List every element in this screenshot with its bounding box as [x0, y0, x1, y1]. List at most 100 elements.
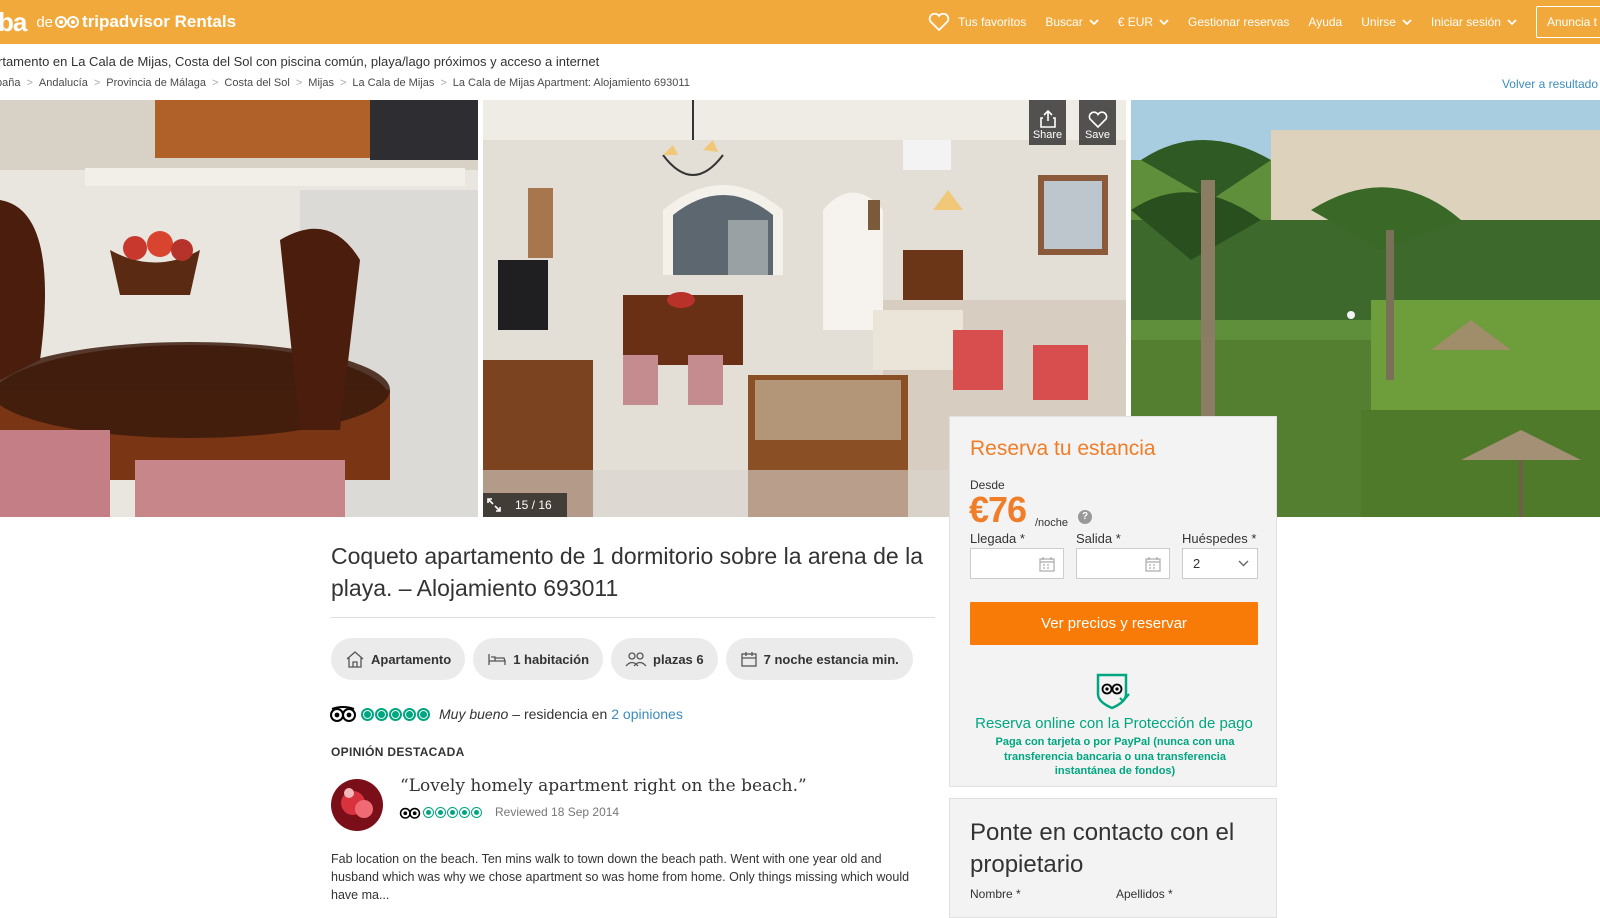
gallery-photo-dining[interactable] — [0, 100, 478, 517]
guests-select[interactable]: 2 — [1182, 548, 1258, 579]
required-mark: * — [1016, 887, 1021, 901]
featured-review-heading: OPINIÓN DESTACADA — [331, 745, 465, 759]
tripadvisor-owl-icon — [399, 807, 421, 819]
first-name-label: Nombre * — [970, 887, 1021, 901]
property-features: Apartamento 1 habitación plazas 6 7 noch… — [331, 638, 921, 680]
checkin-label: Llegada * — [970, 531, 1025, 546]
review-date: Reviewed 18 Sep 2014 — [495, 805, 620, 819]
breadcrumb-separator: > — [211, 77, 219, 89]
contact-owner-title: Ponte en contacto con el propietario — [970, 819, 1235, 878]
brand-de: de — [36, 13, 54, 31]
nav-search-label: Buscar — [1045, 15, 1083, 29]
feature-min-stay-label: 7 noche estancia min. — [763, 651, 899, 667]
nav-help-label: Ayuda — [1308, 15, 1343, 29]
required-mark: * — [1251, 531, 1257, 546]
breadcrumb-item[interactable]: paña — [0, 77, 20, 89]
breadcrumb-separator: > — [295, 77, 303, 89]
listing-title: Coqueto apartamento de 1 dormitorio sobr… — [331, 543, 923, 601]
booking-panel: Reserva tu estancia Desde €76 /noche ? L… — [949, 416, 1277, 787]
review-title[interactable]: “Lovely homely apartment right on the be… — [400, 776, 807, 796]
breadcrumb-separator: > — [440, 77, 447, 89]
heart-icon — [1088, 111, 1107, 129]
rating-bubble — [403, 707, 416, 721]
feature-bedrooms: 1 habitación — [473, 638, 604, 680]
brand-name: tripadvisor Rentals — [82, 12, 237, 31]
chevron-down-icon — [1238, 560, 1249, 567]
feature-sleeps: plazas 6 — [611, 638, 718, 680]
house-icon — [346, 651, 364, 668]
feature-property-type-label: Apartamento — [371, 651, 452, 667]
guests-label-text: Huéspedes — [1182, 531, 1248, 546]
nav-help[interactable]: Ayuda — [1308, 15, 1342, 29]
reviewer-avatar[interactable] — [331, 779, 383, 831]
back-to-results-link[interactable]: Volver a resultado — [1502, 77, 1598, 91]
listing-subtitle: rtamento en La Cala de Mijas, Costa del … — [0, 54, 600, 69]
breadcrumb-item[interactable]: Andalucía — [39, 77, 88, 89]
last-name-label-text: Apellidos — [1116, 887, 1165, 901]
calendar-icon — [1145, 556, 1161, 572]
review-body: Fab location on the beach. Ten mins walk… — [331, 852, 910, 902]
nav-search[interactable]: Buscar — [1045, 15, 1099, 29]
view-prices-book-button[interactable]: Ver precios y reservar — [970, 602, 1258, 645]
breadcrumb: paña > Andalucía > Provincia de Málaga > Co… — [0, 77, 690, 89]
advertise-button[interactable]: Anuncia t — [1535, 6, 1600, 38]
checkout-label: Salida * — [1076, 531, 1121, 546]
nav-join[interactable]: Unirse — [1361, 15, 1412, 29]
share-button[interactable]: Share — [1029, 100, 1066, 145]
rating-bubble — [459, 806, 470, 818]
guests-value: 2 — [1193, 556, 1201, 571]
feature-property-type: Apartamento — [331, 638, 466, 680]
last-name-label: Apellidos * — [1116, 887, 1173, 901]
nav-favorites[interactable]: Tus favoritos — [928, 13, 1026, 31]
required-mark: * — [1168, 887, 1173, 901]
rating-bubble — [471, 806, 482, 818]
photo-counter[interactable]: 15 / 16 — [483, 493, 567, 517]
feature-bedrooms-label: 1 habitación — [513, 651, 590, 667]
rating-word: Muy bueno — [439, 706, 509, 722]
nightly-price: €76 — [969, 489, 1027, 530]
chevron-down-icon — [1402, 18, 1412, 25]
nav-manage-bookings[interactable]: Gestionar reservas — [1188, 15, 1289, 29]
owl-logo-icon — [55, 15, 80, 29]
breadcrumb-item[interactable]: Mijas — [308, 77, 334, 89]
main-nav: Tus favoritos Buscar € EUR Gestionar res… — [928, 0, 1600, 44]
nav-login-label: Iniciar sesión — [1430, 15, 1501, 29]
review-meta: Reviewed 18 Sep 2014 — [399, 805, 619, 819]
checkin-date-input[interactable] — [970, 548, 1064, 579]
calendar-icon — [740, 652, 757, 667]
first-name-label-text: Nombre — [970, 887, 1013, 901]
contact-owner-panel: Ponte en contacto con el propietario Nom… — [949, 798, 1277, 918]
nav-currency[interactable]: € EUR — [1118, 15, 1169, 29]
checkin-label-text: Llegada — [970, 531, 1017, 546]
feature-min-stay: 7 noche estancia min. — [725, 638, 913, 680]
save-button[interactable]: Save — [1079, 100, 1116, 145]
help-icon[interactable]: ? — [1078, 510, 1092, 524]
save-label: Save — [1084, 129, 1111, 141]
advertise-label: Anuncia t — [1546, 15, 1597, 29]
brand-logo[interactable]: ba de tripadvisor Rentals — [0, 0, 236, 44]
rating-bubble — [435, 806, 446, 818]
breadcrumb-item[interactable]: Provincia de Málaga — [106, 77, 206, 89]
chevron-down-icon — [1159, 18, 1169, 25]
reviews-link[interactable]: 2 opiniones — [611, 706, 683, 722]
checkout-date-input[interactable] — [1076, 548, 1170, 579]
heart-icon — [928, 13, 950, 31]
per-night-label: /noche — [1035, 517, 1069, 529]
review-rating-bubbles — [423, 806, 483, 818]
photo-gallery: Share Save 15 / 16 — [0, 100, 1600, 517]
calendar-icon — [1039, 556, 1055, 572]
breadcrumb-item[interactable]: Costa del Sol — [224, 77, 289, 89]
share-icon — [1039, 109, 1056, 128]
guests-icon — [625, 652, 647, 667]
checkout-label-text: Salida — [1076, 531, 1113, 546]
booking-title: Reserva tu estancia — [970, 437, 1156, 460]
nav-login[interactable]: Iniciar sesión — [1431, 15, 1517, 29]
rating-middle-text: – residencia en — [512, 706, 608, 722]
feature-sleeps-label: plazas 6 — [653, 651, 704, 667]
chevron-down-icon — [1507, 18, 1517, 25]
rating-bubble — [417, 707, 430, 721]
breadcrumb-item[interactable]: La Cala de Mijas — [352, 77, 434, 89]
nav-currency-label: € EUR — [1117, 15, 1154, 29]
rating-bubble — [447, 806, 458, 818]
rating-summary: Muy bueno – residencia en 2 opiniones — [329, 706, 683, 722]
